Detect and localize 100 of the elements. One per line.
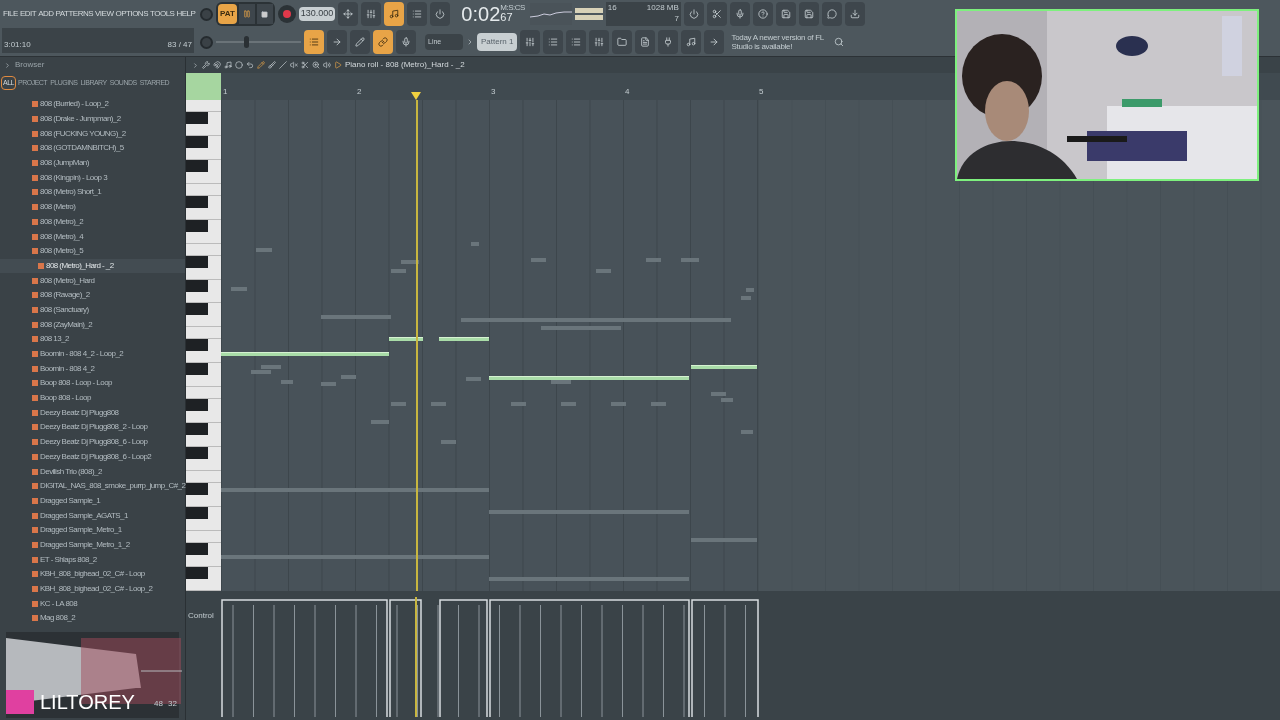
tool-button[interactable] xyxy=(407,2,428,26)
menu-item[interactable]: FILE xyxy=(3,8,18,20)
list-icon xyxy=(548,37,559,47)
browser-item[interactable]: 808 (Metro) xyxy=(0,199,185,215)
browser-item[interactable]: Deezy Beatz Dj Plugg808_6 - Loop xyxy=(0,434,185,450)
ghost-note xyxy=(466,377,481,381)
menu-item[interactable]: VIEW xyxy=(95,8,114,20)
browser-item[interactable]: 808 (Metro)_Hard - _2 xyxy=(0,258,185,274)
browser-item[interactable]: Mag 808_2 xyxy=(0,611,185,626)
browser-item[interactable]: 808 (ZayMain)_2 xyxy=(0,317,185,332)
browser-item[interactable]: Dragged Sample_1 xyxy=(0,493,185,509)
browser-item[interactable]: 808 (JumpMan) xyxy=(0,155,185,171)
time-unit: M:S:CS xyxy=(500,4,525,12)
tool-button[interactable] xyxy=(798,2,819,26)
browser-item[interactable]: Devilish Trio (808)_2 xyxy=(0,464,185,479)
browser-item[interactable]: Boop 808 - Loop xyxy=(0,390,185,406)
browser-item[interactable]: 808 (Metro)_5 xyxy=(0,243,185,259)
browser-item[interactable]: KBH_808_bighead_02_C# - Loop xyxy=(0,567,185,582)
browser-item[interactable]: Dragged Sample_Metro_1 xyxy=(0,522,185,538)
tool-button[interactable] xyxy=(706,2,727,26)
tool-button[interactable] xyxy=(683,2,704,26)
browser-item[interactable]: Dragged Sample_Metro_1_2 xyxy=(0,537,185,553)
browser-item[interactable]: KBH_808_bighead_02_C# - Loop_2 xyxy=(0,581,185,597)
menu-item[interactable]: ADD xyxy=(38,8,54,20)
tool-button[interactable] xyxy=(384,2,405,26)
pattern-selector[interactable]: Pattern 1 xyxy=(477,33,518,51)
browser-item[interactable]: Boomin - 808 4_2 - Loop_2 xyxy=(0,346,185,362)
browser-item[interactable]: Deezy Beatz Dj Plugg808_2 - Loop xyxy=(0,420,185,435)
tool-button[interactable] xyxy=(566,30,587,54)
tool-button[interactable] xyxy=(396,30,416,54)
scissors-icon xyxy=(301,61,309,69)
menu-item[interactable]: PATTERNS xyxy=(55,8,93,20)
sliders-icon xyxy=(525,37,536,47)
pause-button[interactable] xyxy=(238,4,255,24)
browser-item[interactable]: Boop 808 - Loop - Loop xyxy=(0,376,185,391)
ghost-note xyxy=(341,375,356,379)
pattern-mode-button[interactable]: PAT xyxy=(218,4,237,24)
time-fraction: 67 xyxy=(500,12,514,23)
tool-button[interactable] xyxy=(821,2,842,26)
sliders-icon xyxy=(594,37,605,47)
tool-button[interactable] xyxy=(520,30,541,54)
plugin-button[interactable] xyxy=(658,30,679,54)
browser-item[interactable]: DIGITAL_NAS_808_smoke_purrp_jump_C#_2 xyxy=(0,478,185,494)
audio-file-icon xyxy=(32,424,38,431)
browser-item[interactable]: Dragged Sample_AGATS_1 xyxy=(0,508,185,523)
menu-item[interactable]: HELP xyxy=(176,8,196,20)
stop-button[interactable] xyxy=(256,4,273,24)
pattern-count: 83 / 47 xyxy=(167,39,192,51)
browser-item[interactable]: 808 (Sanctuary) xyxy=(0,302,185,318)
audio-file-icon xyxy=(32,336,38,343)
tool-button[interactable] xyxy=(338,2,359,26)
ghost-note xyxy=(646,258,661,262)
tool-button[interactable] xyxy=(373,30,393,54)
browser-item[interactable]: Deezy Beatz Dj Plugg808 xyxy=(0,405,185,421)
browser-item[interactable]: 808 (Drake - Jumpman)_2 xyxy=(0,111,185,127)
menu-item[interactable]: EDIT xyxy=(19,8,37,20)
audio-file-icon xyxy=(32,189,38,196)
browser-item[interactable]: 808 (Metro)_4 xyxy=(0,229,185,244)
pitch-slider-thumb[interactable] xyxy=(244,36,249,48)
browser-item[interactable]: 808 (Burried) - Loop_2 xyxy=(0,97,185,112)
tool-button[interactable] xyxy=(635,30,656,54)
browser-item[interactable]: 808 (Ravage)_2 xyxy=(0,287,185,303)
browser-item[interactable]: 808 (Kingpin) - Loop 3 xyxy=(0,170,185,186)
browser-item[interactable]: 808 (GOTDAMNBITCH)_5 xyxy=(0,141,185,156)
mixer-button[interactable] xyxy=(589,30,610,54)
tool-button[interactable] xyxy=(350,30,370,54)
download-button[interactable] xyxy=(844,2,865,26)
tool-button[interactable] xyxy=(430,2,451,26)
browser-item[interactable]: 808 (Metro)_2 xyxy=(0,214,185,230)
ghost-note xyxy=(431,402,446,406)
volume-knob[interactable] xyxy=(200,7,213,21)
tool-button[interactable] xyxy=(543,30,564,54)
browser-item[interactable]: 808 (FUCKING YOUNG)_2 xyxy=(0,126,185,142)
browser-item[interactable]: 808 (Metro) Short_1 xyxy=(0,185,185,200)
volume-knob[interactable] xyxy=(200,35,213,49)
tempo-field[interactable]: 130.000 xyxy=(298,7,336,21)
help-button[interactable] xyxy=(752,2,773,26)
note-icon xyxy=(389,9,400,19)
tool-button[interactable] xyxy=(612,30,633,54)
news-text: Today A newer version of FL Studio is available! xyxy=(731,33,825,51)
browser-item[interactable]: 808 13_2 xyxy=(0,332,185,347)
note[interactable] xyxy=(389,337,423,341)
menu-item[interactable]: OPTIONS xyxy=(115,8,148,20)
scissors-icon xyxy=(711,9,722,19)
audio-file-icon xyxy=(32,556,38,563)
browser-item[interactable]: Deezy Beatz Dj Plugg808_6 - Loop2 xyxy=(0,449,185,465)
chat-icon xyxy=(826,9,837,19)
tool-button[interactable] xyxy=(704,30,725,54)
browser-item[interactable]: KC - LA 808 xyxy=(0,596,185,612)
tool-button[interactable] xyxy=(304,30,324,54)
bar-number: 4 xyxy=(625,86,630,98)
browser-item[interactable]: Boomin - 808 4_2 xyxy=(0,361,185,377)
save-button[interactable] xyxy=(775,2,796,26)
tool-button[interactable] xyxy=(361,2,382,26)
tool-button[interactable] xyxy=(729,2,750,26)
tool-button[interactable] xyxy=(681,30,702,54)
browser-item[interactable]: ET - Shlaps 808_2 xyxy=(0,552,185,567)
tool-button[interactable] xyxy=(327,30,347,54)
browser-item[interactable]: 808 (Metro)_Hard xyxy=(0,273,185,288)
menu-item[interactable]: TOOLS xyxy=(150,8,175,20)
